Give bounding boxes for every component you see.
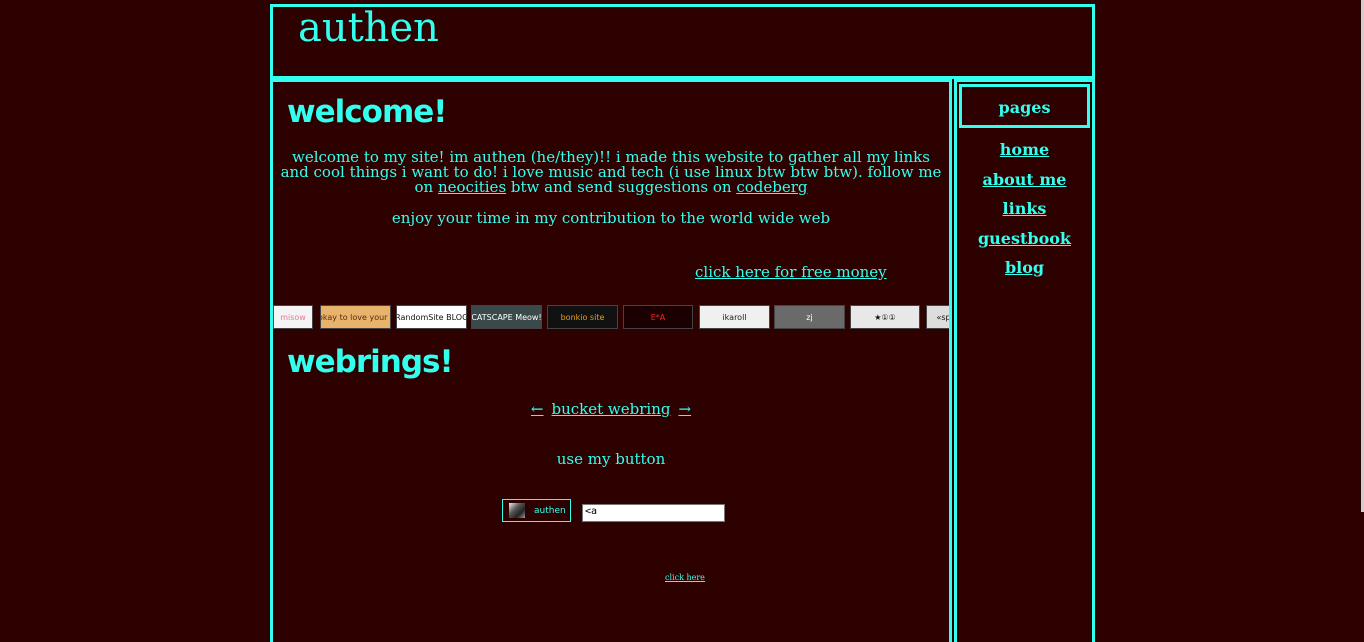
webring-name-link[interactable]: bucket webring <box>552 400 671 418</box>
bonkio-button[interactable]: bonkio site <box>547 305 618 329</box>
symbols-button-label: ★①① <box>874 312 896 322</box>
blog-link[interactable]: blog <box>1005 258 1044 277</box>
sidebar-item-home: home <box>957 140 1092 170</box>
site-header: authen <box>270 4 1095 79</box>
sidebar-item-links: links <box>957 199 1092 229</box>
misow-button[interactable]: misow <box>273 305 313 329</box>
misow-button-label: misow <box>280 312 306 322</box>
zj-button[interactable]: zj <box>774 305 845 329</box>
welcome-heading: welcome! <box>287 94 447 130</box>
free-money-link[interactable]: click here for free money <box>695 263 887 281</box>
webrings-heading: webrings! <box>287 344 454 380</box>
ikaroll-button[interactable]: ikaroll <box>699 305 770 329</box>
authen-site-button-label: authen <box>534 505 566 516</box>
enjoy-text: enjoy your time in my contribution to th… <box>391 209 831 227</box>
webring-prev-link[interactable]: ← <box>531 400 544 418</box>
zj-button-label: zj <box>806 312 813 322</box>
site-title: authen <box>298 5 439 51</box>
sidebar-nav: home about me links guestbook blog <box>957 140 1092 288</box>
pages-title: pages <box>998 98 1051 117</box>
ikaroll-button-label: ikaroll <box>722 312 747 322</box>
about-me-link[interactable]: about me <box>983 170 1067 189</box>
arandomsite-button[interactable]: ARandomSite BLOGS <box>396 305 467 329</box>
codeberg-link[interactable]: codeberg <box>736 178 807 196</box>
sidebar-item-guestbook: guestbook <box>957 229 1092 259</box>
embed-code-textarea[interactable]: <a <box>582 504 725 522</box>
home-link[interactable]: home <box>1000 140 1049 159</box>
welcome-text-part2: btw and send suggestions on <box>506 178 737 196</box>
click-here-link[interactable]: click here <box>665 573 705 582</box>
authen-site-button[interactable]: authen <box>502 499 571 522</box>
welcome-text: welcome to my site! im authen (he/they)!… <box>279 150 943 195</box>
sidebar-item-blog: blog <box>957 258 1092 288</box>
bonkio-button-label: bonkio site <box>560 312 605 322</box>
e-a-button[interactable]: E*A <box>623 305 693 329</box>
arandomsite-button-label: ARandomSite BLOGS <box>397 312 466 322</box>
spe-button-label: «spe <box>936 312 951 322</box>
love-your-bros-button-label: it's okay to love your bros <box>321 312 390 322</box>
webring-next-link[interactable]: → <box>678 400 691 418</box>
pages-title-box: pages <box>959 84 1090 128</box>
page-frame: authen welcome! welcome to my site! im a… <box>270 4 1095 642</box>
button-strip: misow it's okay to love your bros ARando… <box>273 305 951 331</box>
spe-button[interactable]: «spe <box>926 305 951 329</box>
links-link[interactable]: links <box>1003 199 1047 218</box>
main-content: welcome! welcome to my site! im authen (… <box>270 79 952 642</box>
sidebar: pages home about me links guestbook blog <box>954 79 1095 642</box>
catscape-button[interactable]: CATSCAPE Meow! <box>471 305 542 329</box>
use-my-button-text: use my button <box>556 450 666 468</box>
webring-nav: ← bucket webring → <box>273 400 949 418</box>
catscape-button-label: CATSCAPE Meow! <box>471 312 542 322</box>
neocities-link[interactable]: neocities <box>438 178 506 196</box>
button-thumbnail-icon <box>509 503 525 518</box>
symbols-button[interactable]: ★①① <box>850 305 920 329</box>
guestbook-link[interactable]: guestbook <box>978 229 1071 248</box>
e-a-button-label: E*A <box>650 312 666 322</box>
sidebar-item-about-me: about me <box>957 170 1092 200</box>
love-your-bros-button[interactable]: it's okay to love your bros <box>320 305 391 329</box>
